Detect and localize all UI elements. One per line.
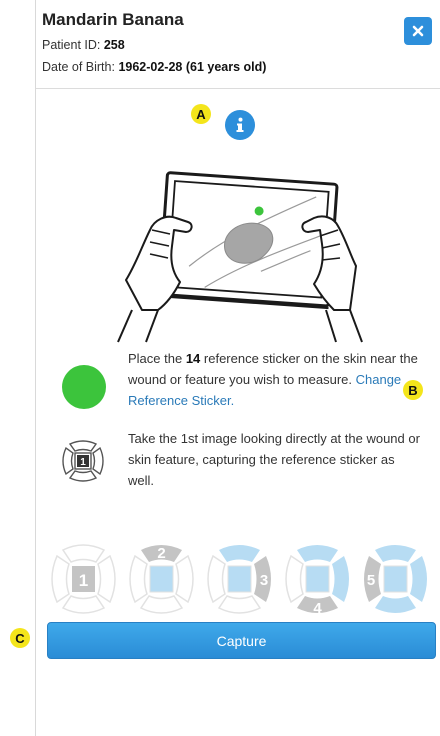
sticker-count: 14 [185,351,201,366]
first-image-instruction: Take the 1st image looking directly at t… [128,431,420,488]
camera-position-icon: 1 [62,440,104,482]
capture-button[interactable]: Capture [47,622,436,659]
info-icon [236,117,244,132]
marker-b: B [403,380,423,400]
sticker-instruction-pre: Place the [128,351,186,366]
progress-step-1: 1 [51,544,116,614]
close-icon [412,25,424,37]
info-button[interactable] [225,110,255,140]
patient-id-value: 258 [103,38,125,52]
close-button[interactable] [404,17,432,45]
progress-step-2: 2 [129,545,194,614]
progress-step-4: 4 [285,545,349,617]
progress-step-3: 3 [207,545,271,614]
sticker-instruction: Place the 14 reference sticker on the sk… [128,348,424,411]
progress-step-3-label: 3 [260,572,268,589]
marker-c: C [10,628,30,648]
patient-name: Mandarin Banana [42,10,184,29]
patient-dob-value: 1962-02-28 (61 years old) [118,60,267,74]
svg-text:1: 1 [80,457,86,468]
progress-step-4-label: 4 [313,600,322,617]
patient-dob-line: Date of Birth: 1962-02-28 (61 years old) [42,60,266,74]
progress-step-1-label: 1 [79,571,88,590]
progress-step-5: 5 [364,545,427,613]
progress-step-2-label: 2 [157,545,165,562]
green-circle-icon [62,365,106,409]
patient-id-line: Patient ID: 258 [42,38,125,52]
patient-dob-label: Date of Birth: [42,60,115,74]
patient-header: Mandarin Banana Patient ID: 258 Date of … [36,0,440,89]
capture-illustration [117,171,363,343]
left-divider [35,0,36,736]
patient-id-label: Patient ID: [42,38,101,52]
progress-step-5-label: 5 [367,572,375,589]
capture-progress: 1 2 3 4 5 [47,540,432,618]
marker-a: A [191,104,211,124]
